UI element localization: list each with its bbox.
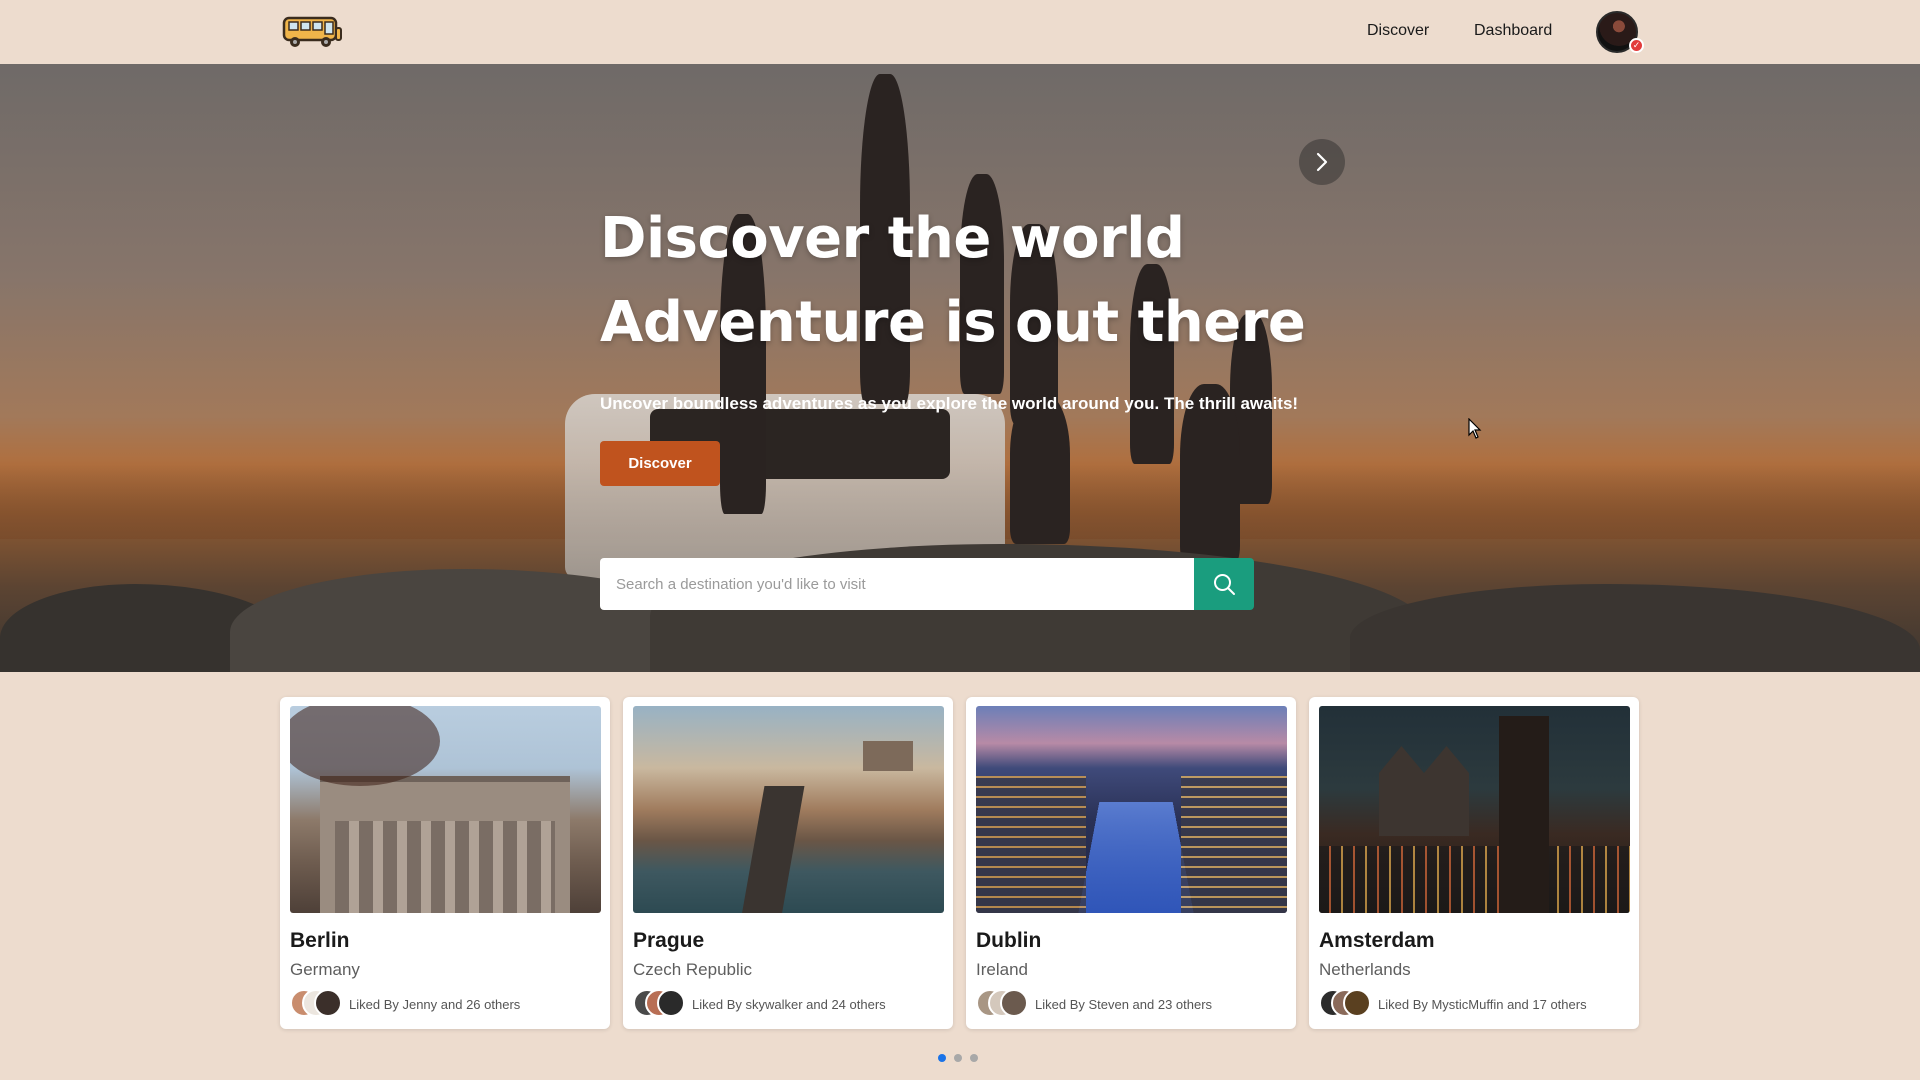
destination-city: Berlin [290, 929, 350, 952]
discover-button[interactable]: Discover [600, 441, 720, 486]
destination-city: Amsterdam [1319, 929, 1435, 952]
nav-dashboard-link[interactable]: Dashboard [1474, 22, 1552, 40]
destination-image [290, 706, 601, 913]
destination-image [976, 706, 1287, 913]
avatar [1343, 989, 1371, 1017]
likes-text: Liked By Jenny and 26 others [349, 997, 521, 1012]
carousel-dot[interactable] [970, 1054, 978, 1062]
destination-country: Czech Republic [633, 960, 753, 979]
avatar [657, 989, 685, 1017]
destination-card[interactable]: Amsterdam Netherlands Liked By MysticMuf… [1309, 697, 1639, 1029]
likes-text: Liked By skywalker and 24 others [692, 997, 886, 1012]
destination-carousel: Berlin Germany Liked By Jenny and 26 oth… [280, 697, 1640, 1029]
nav-discover-link[interactable]: Discover [1367, 22, 1429, 40]
chevron-right-icon [1316, 152, 1328, 172]
carousel-pagination [938, 1054, 998, 1064]
carousel-dot[interactable] [954, 1054, 962, 1062]
hero-title: Adventure is out there [600, 290, 1306, 355]
destination-city: Dublin [976, 929, 1042, 952]
carousel-dot[interactable] [938, 1054, 946, 1062]
search-input[interactable] [600, 558, 1194, 610]
destination-country: Ireland [976, 960, 1028, 979]
mouse-cursor-icon [1468, 418, 1482, 439]
destination-image [633, 706, 944, 913]
hero-subtitle: Uncover boundless adventures as you expl… [600, 394, 1299, 413]
navbar: Discover Dashboard ✓ [0, 0, 1920, 64]
destination-country: Netherlands [1319, 960, 1411, 979]
destination-image [1319, 706, 1630, 913]
likes-text: Liked By Steven and 23 others [1035, 997, 1213, 1012]
hero-title: Discover the world [600, 206, 1185, 271]
destination-city: Prague [633, 929, 705, 952]
search-button[interactable] [1194, 558, 1254, 610]
hero-section: Discover the world Adventure is out ther… [0, 64, 1920, 672]
likes-text: Liked By MysticMuffin and 17 others [1378, 997, 1587, 1012]
carousel-next-button[interactable] [1299, 139, 1345, 185]
destination-country: Germany [290, 960, 360, 979]
hero-person [1010, 394, 1070, 544]
destination-card[interactable]: Prague Czech Republic Liked By skywalker… [623, 697, 953, 1029]
search-icon [1214, 574, 1235, 595]
verified-badge-icon: ✓ [1629, 38, 1644, 53]
destination-card[interactable]: Berlin Germany Liked By Jenny and 26 oth… [280, 697, 610, 1029]
hero-rock [1350, 584, 1920, 672]
avatar [314, 989, 342, 1017]
bus-icon[interactable] [280, 14, 344, 50]
avatar [1000, 989, 1028, 1017]
destination-card[interactable]: Dublin Ireland Liked By Steven and 23 ot… [966, 697, 1296, 1029]
